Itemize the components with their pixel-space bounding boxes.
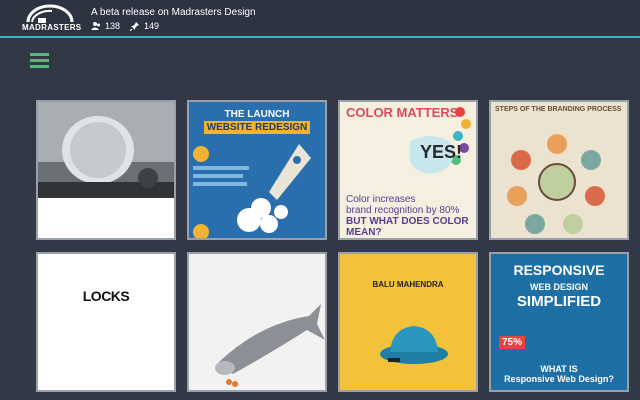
pin-card-locks-logo[interactable]: LOCKS [36, 252, 176, 392]
pin-card-color-matters[interactable]: COLOR MATTERS YES! Color increases brand… [338, 100, 478, 240]
pin-card-balu-mahendra[interactable]: BALU MAHENDRA [338, 252, 478, 392]
responsive-line1: RESPONSIVE [513, 262, 605, 278]
pin-card-responsive-design[interactable]: RESPONSIVE WEB DESIGN SIMPLIFIED 75% WHA… [489, 252, 629, 392]
followers-icon [91, 22, 100, 30]
madrasters-logo[interactable]: MADRASTERS [22, 4, 82, 34]
pin-card-launch-infographic[interactable]: THE LAUNCH WEBSITE REDESIGN [187, 100, 327, 240]
pin-card-building[interactable] [36, 100, 176, 240]
top-bar: MADRASTERS A beta release on Madrasters … [0, 0, 640, 38]
color-matters-body: Color increases brand recognition by 80%… [346, 194, 476, 238]
page-title: A beta release on Madrasters Design [91, 7, 256, 18]
launch-title: THE LAUNCH WEBSITE REDESIGN [189, 108, 325, 134]
launch-title-line2: WEBSITE REDESIGN [203, 121, 311, 134]
locks-logo-text: LOCKS [82, 288, 130, 304]
pins-count: 149 [144, 21, 160, 31]
hamburger-menu-icon[interactable] [30, 53, 49, 68]
responsive-q1: WHAT IS [540, 364, 578, 374]
color-line1: Color increases [346, 194, 416, 205]
logo-text: MADRASTERS [22, 23, 82, 32]
fish-illustration [215, 304, 325, 387]
menu-bar [30, 53, 49, 56]
color-line2: brand recognition by 80% [346, 205, 460, 216]
menu-bar [30, 59, 49, 62]
hat-illustration [380, 326, 448, 364]
rocket-illustration [193, 144, 311, 238]
responsive-question: WHAT IS Responsive Web Design? [491, 364, 627, 384]
responsive-line2: WEB DESIGN [529, 282, 588, 292]
responsive-percent: 75% [499, 336, 526, 349]
responsive-q2: Responsive Web Design? [504, 374, 614, 384]
building-photo [38, 102, 174, 198]
pin-card-branding-process[interactable]: STEPS OF THE BRANDING PROCESS [489, 100, 629, 240]
branding-title: STEPS OF THE BRANDING PROCESS [495, 106, 622, 113]
pin-grid: THE LAUNCH WEBSITE REDESIGN COLOR MATTER… [36, 100, 636, 400]
followers-count: 138 [105, 21, 121, 31]
yes-text: YES! [420, 142, 463, 162]
color-line3: BUT WHAT DOES COLOR MEAN? [346, 216, 469, 238]
responsive-line3: SIMPLIFIED [516, 293, 602, 310]
stats-row: 138 149 [91, 21, 159, 31]
pin-icon [130, 22, 140, 31]
pin-card-fish[interactable] [187, 252, 327, 392]
branding-diagram [507, 134, 605, 234]
launch-title-line1: THE LAUNCH [224, 109, 290, 120]
menu-bar [30, 65, 49, 68]
